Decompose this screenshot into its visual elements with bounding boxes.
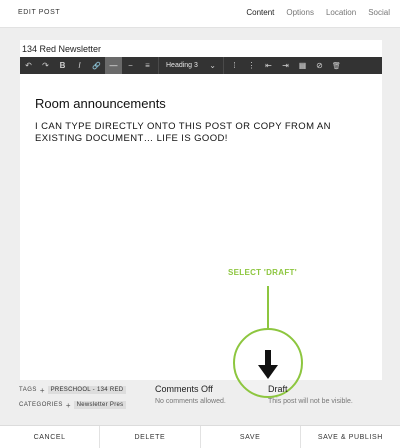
heading-select-value: Heading 3 bbox=[166, 62, 198, 69]
annotation-label: SELECT 'DRAFT' bbox=[228, 268, 297, 277]
content-heading: Room announcements bbox=[35, 96, 166, 111]
footer-actions: CANCEL DELETE SAVE SAVE & PUBLISH bbox=[0, 425, 400, 448]
chevron-down-icon: ⌄ bbox=[209, 61, 216, 70]
post-status-toggle[interactable]: Draft This post will not be visible. bbox=[268, 384, 353, 405]
tab-social[interactable]: Social bbox=[368, 8, 390, 17]
post-editor: 134 Red Newsletter ↶ ↷ B I 🔗 — − ≡ Headi… bbox=[20, 40, 382, 380]
categories-row: CATEGORIES + Newsletter Pres bbox=[19, 399, 127, 411]
undo-icon[interactable]: ↶ bbox=[20, 57, 37, 74]
tag-chip[interactable]: PRESCHOOL - 134 RED bbox=[47, 386, 127, 394]
tab-options[interactable]: Options bbox=[286, 8, 314, 17]
outdent-icon[interactable]: ⇥ bbox=[277, 57, 294, 74]
content-body: I can type directly onto this post or co… bbox=[35, 121, 331, 144]
add-category-button[interactable]: + bbox=[66, 401, 71, 410]
strikethrough-icon[interactable]: − bbox=[122, 57, 139, 74]
header: EDIT POST Content Options Location Socia… bbox=[0, 0, 400, 28]
table-icon[interactable]: ▦ bbox=[294, 57, 311, 74]
tags-label: TAGS bbox=[19, 387, 37, 393]
category-chip[interactable]: Newsletter Pres bbox=[73, 401, 127, 409]
page-title: EDIT POST bbox=[18, 9, 61, 16]
post-status-description: This post will not be visible. bbox=[268, 398, 353, 405]
categories-label: CATEGORIES bbox=[19, 402, 63, 408]
tab-content[interactable]: Content bbox=[246, 8, 274, 17]
clear-format-icon[interactable]: ⊘ bbox=[311, 57, 328, 74]
editor-toolbar: ↶ ↷ B I 🔗 — − ≡ Heading 3 ⌄ ⁞ ⋮ ⇤ ⇥ ▦ ⊘ … bbox=[20, 57, 382, 74]
trash-icon[interactable]: 🗑 bbox=[328, 57, 345, 74]
save-button[interactable]: SAVE bbox=[201, 426, 301, 448]
tab-location[interactable]: Location bbox=[326, 8, 356, 17]
comments-toggle[interactable]: Comments Off No comments allowed. bbox=[155, 384, 226, 405]
indent-icon[interactable]: ⇤ bbox=[260, 57, 277, 74]
toolbar-divider bbox=[158, 57, 159, 74]
header-tabs: Content Options Location Social bbox=[246, 8, 390, 17]
redo-icon[interactable]: ↷ bbox=[37, 57, 54, 74]
heading-select[interactable]: Heading 3 ⌄ bbox=[161, 57, 221, 74]
comments-description: No comments allowed. bbox=[155, 398, 226, 405]
annotation-line bbox=[267, 286, 269, 328]
unordered-list-icon[interactable]: ⋮ bbox=[243, 57, 260, 74]
post-title-input[interactable]: 134 Red Newsletter bbox=[22, 44, 101, 54]
cancel-button[interactable]: CANCEL bbox=[0, 426, 101, 448]
delete-button[interactable]: DELETE bbox=[100, 426, 201, 448]
link-icon[interactable]: 🔗 bbox=[88, 57, 105, 74]
italic-icon[interactable]: I bbox=[71, 57, 88, 74]
toolbar-divider bbox=[223, 57, 224, 74]
post-status-value: Draft bbox=[268, 384, 288, 394]
editor-content[interactable]: Room announcements I can type directly o… bbox=[35, 96, 370, 145]
align-icon[interactable]: ≡ bbox=[139, 57, 156, 74]
save-publish-button[interactable]: SAVE & PUBLISH bbox=[301, 426, 400, 448]
tags-row: TAGS + PRESCHOOL - 134 RED bbox=[19, 384, 127, 396]
bold-icon[interactable]: B bbox=[54, 57, 71, 74]
tags-categories: TAGS + PRESCHOOL - 134 RED CATEGORIES + … bbox=[19, 384, 127, 414]
comments-status: Comments Off bbox=[155, 384, 213, 394]
arrow-down-icon bbox=[258, 350, 278, 379]
add-tag-button[interactable]: + bbox=[40, 386, 45, 395]
horizontal-rule-icon[interactable]: — bbox=[105, 57, 122, 74]
ordered-list-icon[interactable]: ⁞ bbox=[226, 57, 243, 74]
